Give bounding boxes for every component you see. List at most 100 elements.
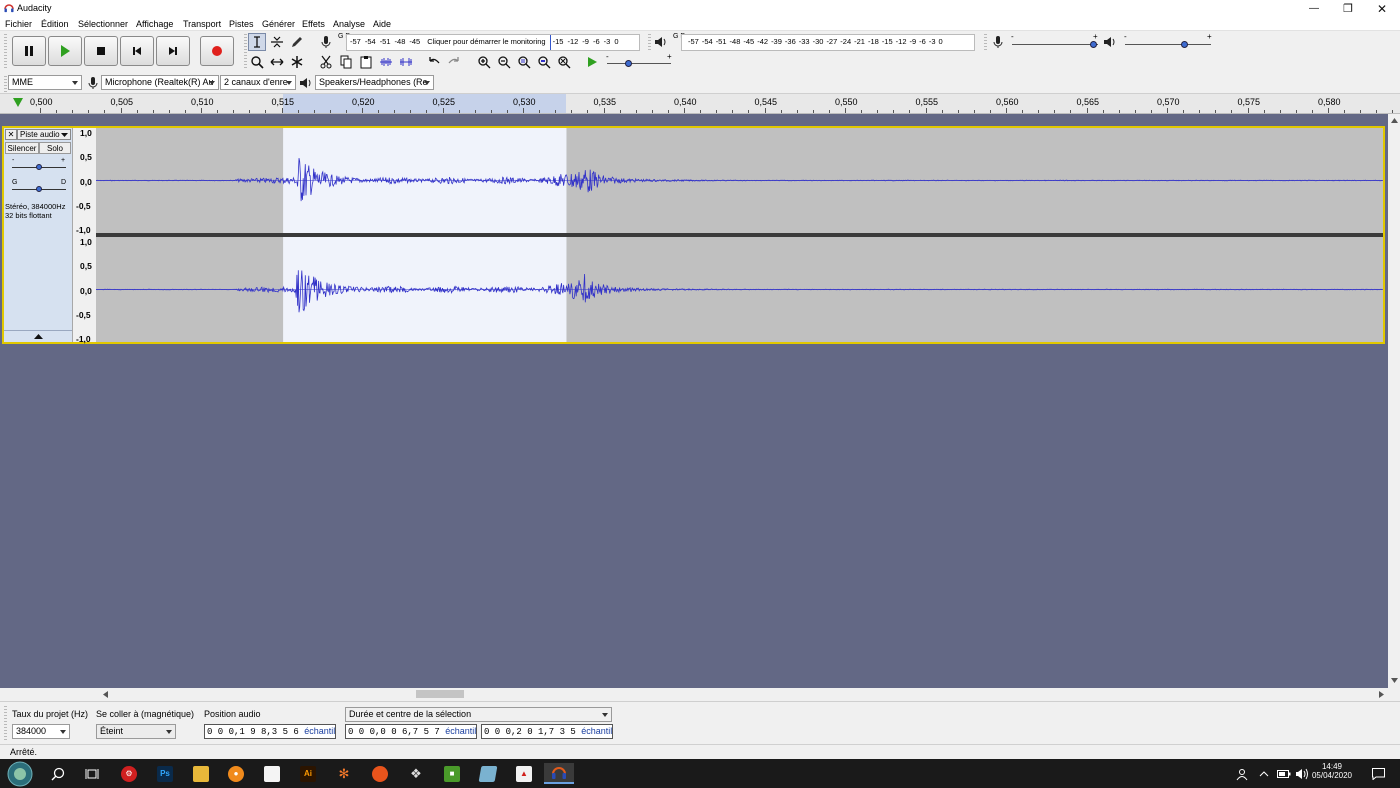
people-button[interactable]: [1228, 763, 1256, 784]
taskbar-app-illustrator[interactable]: Ai: [294, 763, 322, 784]
toolbar-grip[interactable]: [4, 76, 7, 92]
timeline-ruler[interactable]: 0,500 0,505 0,510 0,515 0,520 0,525 0,530 0,535…: [0, 94, 1400, 114]
gain-slider[interactable]: [12, 164, 66, 170]
battery-indicator[interactable]: [1275, 763, 1293, 784]
multi-tool[interactable]: [288, 53, 306, 71]
time-shift-tool[interactable]: [268, 53, 286, 71]
vertical-scrollbar[interactable]: [1388, 114, 1400, 688]
record-meter-button[interactable]: [317, 33, 335, 51]
draw-tool[interactable]: [288, 33, 306, 51]
audio-position-field[interactable]: 0 0 0,1 9 8,3 5 6 échantillons: [204, 724, 336, 739]
notifications-button[interactable]: [1364, 763, 1392, 784]
redo-button[interactable]: [445, 53, 463, 71]
playback-volume-slider[interactable]: [1125, 41, 1211, 48]
copy-button[interactable]: [337, 53, 355, 71]
taskbar-app-photoshop[interactable]: Ps: [151, 763, 179, 784]
output-device-dropdown[interactable]: Speakers/Headphones (Re: [315, 75, 434, 90]
play-speed-slider[interactable]: [607, 60, 671, 67]
toolbar-grip[interactable]: [244, 34, 247, 70]
scroll-right-arrow-icon[interactable]: [1379, 691, 1384, 698]
restore-button[interactable]: ❐: [1331, 0, 1365, 17]
play-at-speed-button[interactable]: [583, 53, 601, 71]
menu-aide[interactable]: Aide: [373, 19, 391, 29]
selection-duration-field[interactable]: 0 0 0,0 0 6,7 5 7 échantillons: [345, 724, 477, 739]
selection-tool[interactable]: [248, 33, 266, 51]
taskbar-app-audacity[interactable]: [544, 763, 574, 784]
taskbar-app-acrobat[interactable]: ▲: [510, 763, 538, 784]
collapse-track-button[interactable]: [4, 330, 72, 342]
scroll-down-arrow-icon[interactable]: [1391, 678, 1398, 683]
horizontal-scroll-thumb[interactable]: [416, 690, 464, 698]
close-window-button[interactable]: ✕: [1365, 0, 1399, 17]
scroll-up-arrow-icon[interactable]: [1391, 118, 1398, 123]
recording-volume-slider[interactable]: [1012, 41, 1098, 48]
playback-meter[interactable]: -57 -54 -51 -48 -45 -42 -39 -36 -33 -30 -27 -24 -21-…: [681, 34, 975, 51]
scroll-left-arrow-icon[interactable]: [103, 691, 108, 698]
fit-project-button[interactable]: [535, 53, 553, 71]
stop-button[interactable]: [84, 36, 118, 66]
taskbar-app-game[interactable]: ❖: [402, 763, 430, 784]
menu-edition[interactable]: Édition: [41, 19, 69, 29]
paste-button[interactable]: [357, 53, 375, 71]
zoom-out-button[interactable]: [495, 53, 513, 71]
play-button[interactable]: [48, 36, 82, 66]
envelope-tool[interactable]: [268, 33, 286, 51]
selection-center-field[interactable]: 0 0 0,2 0 1,7 3 5 échantillons: [481, 724, 613, 739]
taskbar-app-firefox[interactable]: [366, 763, 394, 784]
toolbar-grip[interactable]: [4, 34, 7, 70]
snap-to-dropdown[interactable]: Éteint: [96, 724, 176, 739]
menu-effets[interactable]: Effets: [302, 19, 325, 29]
taskbar-app-settings[interactable]: ⚙: [115, 763, 143, 784]
zoom-in-button[interactable]: [475, 53, 493, 71]
skip-to-start-button[interactable]: [120, 36, 154, 66]
audio-host-dropdown[interactable]: MME: [8, 75, 82, 90]
record-meter[interactable]: -57 -54 -51 -48 -45 Cliquer pour démarrer le…: [346, 34, 640, 51]
toolbar-grip[interactable]: [984, 34, 987, 52]
solo-button[interactable]: Solo: [39, 142, 71, 154]
zoom-tool[interactable]: [248, 53, 266, 71]
start-button[interactable]: [4, 760, 36, 787]
menu-fichier[interactable]: Fichier: [5, 19, 32, 29]
silence-button[interactable]: [397, 53, 415, 71]
playback-volume-button[interactable]: [1101, 33, 1119, 51]
horizontal-scrollbar[interactable]: [98, 688, 1388, 700]
cut-button[interactable]: [317, 53, 335, 71]
search-taskbar-button[interactable]: [44, 763, 72, 784]
taskbar-app-blender[interactable]: ✻: [330, 763, 358, 784]
pause-button[interactable]: [12, 36, 46, 66]
toolbar-grip[interactable]: [648, 34, 651, 52]
menu-pistes[interactable]: Pistes: [229, 19, 254, 29]
menu-analyse[interactable]: Analyse: [333, 19, 365, 29]
menu-selectionner[interactable]: Sélectionner: [78, 19, 128, 29]
taskbar-app-explorer[interactable]: [187, 763, 215, 784]
zoom-toggle-button[interactable]: [555, 53, 573, 71]
volume-indicator[interactable]: [1293, 763, 1311, 784]
waveform-display[interactable]: [96, 128, 1383, 342]
close-track-button[interactable]: ✕: [5, 129, 17, 140]
skip-to-end-button[interactable]: [156, 36, 190, 66]
recording-volume-button[interactable]: [989, 33, 1007, 51]
fit-selection-button[interactable]: [515, 53, 533, 71]
selection-mode-dropdown[interactable]: Durée et centre de la sélection: [345, 707, 612, 722]
system-clock[interactable]: 14:49 05/04/2020: [1310, 762, 1354, 780]
taskbar-app-tool[interactable]: [474, 763, 502, 784]
project-rate-dropdown[interactable]: 384000: [12, 724, 70, 739]
undo-button[interactable]: [425, 53, 443, 71]
record-button[interactable]: [200, 36, 234, 66]
pan-slider[interactable]: [12, 186, 66, 192]
taskbar-app-media[interactable]: ●: [222, 763, 250, 784]
menu-transport[interactable]: Transport: [183, 19, 221, 29]
toolbar-grip[interactable]: [4, 706, 7, 740]
task-view-button[interactable]: [78, 763, 106, 784]
taskbar-app-document[interactable]: [258, 763, 286, 784]
mute-button[interactable]: Silencer: [5, 142, 39, 154]
input-device-dropdown[interactable]: Microphone (Realtek(R) Au: [101, 75, 219, 90]
timeline-quick-play-icon[interactable]: [12, 97, 24, 108]
playback-meter-button[interactable]: [652, 33, 670, 51]
show-hidden-icons-button[interactable]: [1256, 763, 1272, 784]
menu-affichage[interactable]: Affichage: [136, 19, 173, 29]
taskbar-app-coreldraw[interactable]: ■: [438, 763, 466, 784]
input-channels-dropdown[interactable]: 2 canaux d'enre: [220, 75, 296, 90]
minimize-button[interactable]: —: [1297, 0, 1331, 17]
menu-generer[interactable]: Générer: [262, 19, 295, 29]
